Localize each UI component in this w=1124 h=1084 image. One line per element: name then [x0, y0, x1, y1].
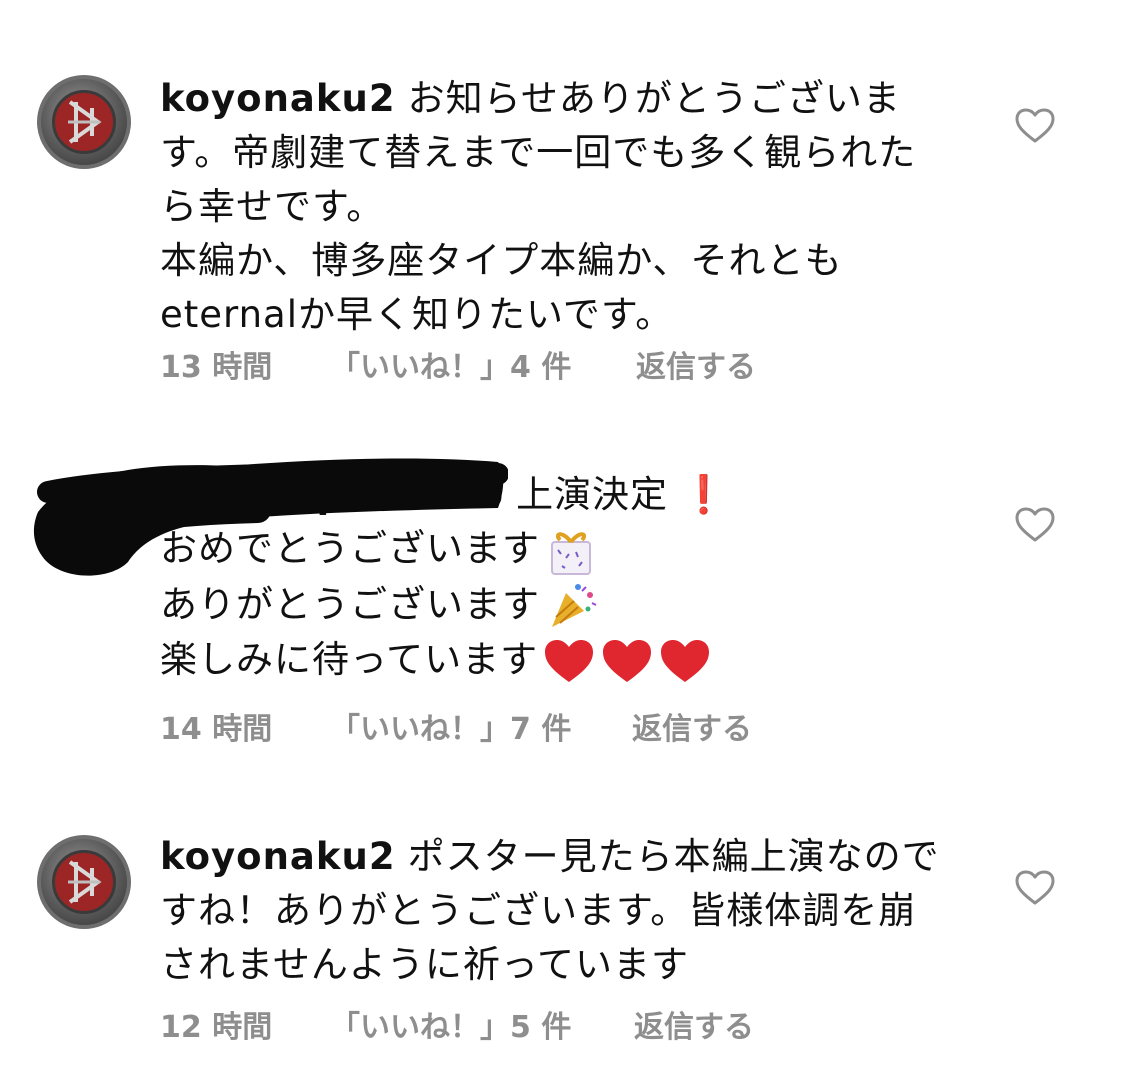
party-popper-icon: [552, 584, 597, 627]
comment-text-line: 本編か、博多座タイプ本編か、それとも: [160, 239, 843, 282]
avatar[interactable]: [37, 835, 131, 929]
comment-time: 12 時間: [160, 1010, 273, 1045]
avatar[interactable]: [37, 75, 131, 169]
comment-likes[interactable]: 「いいね！」4 件: [330, 342, 571, 386]
comment-body: koyonaku2 お知らせありがとうございま す。帝劇建て替えまで一回でも多く観…: [160, 72, 960, 342]
comment-text-line: ら幸せです。: [160, 185, 385, 228]
heart-icon: [545, 639, 594, 682]
like-heart-icon[interactable]: [1015, 870, 1055, 906]
like-heart-icon[interactable]: [1015, 108, 1055, 144]
comment-text-line: 楽しみに待っています: [160, 638, 539, 681]
comment-body: koyonaku2 ポスター見たら本編上演なので すね！ありがとうございます。皆様…: [160, 830, 960, 992]
reply-button[interactable]: 返信する: [632, 704, 752, 748]
heart-icon: [603, 639, 652, 682]
comment-text-line: お知らせありがとうございま: [407, 77, 901, 120]
comment-time: 14 時間: [160, 712, 273, 747]
comment-likes[interactable]: 「いいね！」5 件: [330, 1002, 571, 1046]
comment-text-line: す。帝劇建て替えまで一回でも多く観られた: [160, 131, 917, 174]
comment-likes[interactable]: 「いいね！」7 件: [330, 704, 571, 748]
comment-time: 13 時間: [160, 350, 273, 385]
comment-text-line: 上演決定: [516, 473, 669, 516]
like-heart-icon[interactable]: [1015, 507, 1055, 543]
comment-username[interactable]: koyonaku2: [160, 835, 396, 878]
comment-text-line: eternalか早く知りたいです。: [160, 293, 674, 336]
gift-icon: [551, 531, 591, 575]
comment-text-line: されませんように祈っています: [160, 943, 690, 986]
redaction-scribble: [33, 458, 508, 576]
exclamation-emoji-icon: ❗: [680, 473, 728, 516]
comment-text-line: ありがとうございます: [160, 582, 540, 626]
comment-text-line: ポスター見たら本編上演なので: [407, 835, 940, 878]
reply-button[interactable]: 返信する: [636, 342, 756, 386]
reply-button[interactable]: 返信する: [634, 1002, 754, 1046]
heart-icon: [661, 639, 710, 682]
comment-text-line: すね！ありがとうございます。皆様体調を崩: [160, 889, 917, 932]
avatar-logo-icon: [68, 860, 102, 904]
comment-username[interactable]: koyonaku2: [160, 77, 396, 120]
avatar-logo-icon: [68, 100, 102, 144]
